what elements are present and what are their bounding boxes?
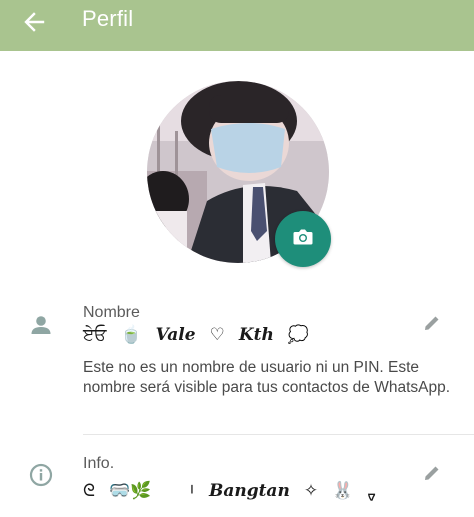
- edit-name-button[interactable]: [419, 312, 445, 338]
- camera-icon: [291, 225, 315, 253]
- name-value: ਏਓ 🍵 Vale ♡ Kth 💭: [83, 325, 309, 345]
- person-icon: [28, 312, 54, 338]
- info-icon: [28, 462, 54, 488]
- change-photo-button[interactable]: [275, 211, 331, 267]
- divider: [83, 434, 474, 435]
- name-label: Nombre: [83, 304, 140, 321]
- pencil-icon: [422, 313, 442, 337]
- name-hint: Este no es un nombre de usuario ni un PI…: [83, 359, 451, 396]
- app-bar: Perfil: [0, 0, 474, 51]
- profile-photo-area: [147, 81, 331, 267]
- info-value: ᘓ 🥽🌿 ᅵ Bangtan ✧ 🐰 ᢦ: [83, 481, 376, 506]
- edit-info-button[interactable]: [419, 462, 445, 488]
- info-label: Info.: [83, 455, 115, 472]
- pencil-icon: [422, 463, 442, 487]
- page-title: Perfil: [82, 6, 134, 31]
- arrow-left-icon[interactable]: [20, 8, 48, 36]
